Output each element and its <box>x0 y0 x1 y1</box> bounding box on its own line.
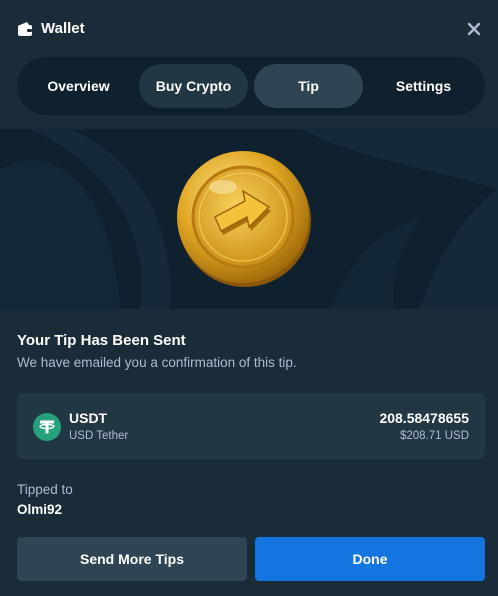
hero-banner <box>0 129 498 309</box>
tip-fiat-value: $208.71 USD <box>399 430 469 442</box>
modal-header: Wallet <box>0 0 498 60</box>
send-more-tips-button[interactable]: Send More Tips <box>17 537 247 581</box>
confirmation-title: Your Tip Has Been Sent <box>17 332 186 349</box>
tab-buy-crypto[interactable]: Buy Crypto <box>139 64 248 108</box>
recipient-username: Olmi92 <box>17 502 63 517</box>
tab-overview[interactable]: Overview <box>24 64 133 108</box>
currency-code: USDT <box>69 410 108 426</box>
close-icon[interactable] <box>464 19 484 39</box>
wallet-tabs: Overview Buy Crypto Tip Settings <box>17 57 485 115</box>
modal-title: Wallet <box>41 20 85 37</box>
tab-tip[interactable]: Tip <box>254 64 363 108</box>
tipped-to-label: Tipped to <box>17 482 73 497</box>
confirmation-subtitle: We have emailed you a confirmation of th… <box>17 355 297 370</box>
done-button[interactable]: Done <box>255 537 485 581</box>
gold-coin-arrow-icon <box>177 151 311 287</box>
wallet-modal: Wallet Overview Buy Crypto Tip Settings <box>0 0 498 596</box>
wallet-icon <box>18 22 32 36</box>
currency-name: USD Tether <box>69 430 129 442</box>
currency-card: USDT USD Tether 208.58478655 $208.71 USD <box>17 393 485 459</box>
tab-settings[interactable]: Settings <box>369 64 478 108</box>
tip-amount: 208.58478655 <box>379 410 469 426</box>
tether-icon <box>33 413 61 441</box>
